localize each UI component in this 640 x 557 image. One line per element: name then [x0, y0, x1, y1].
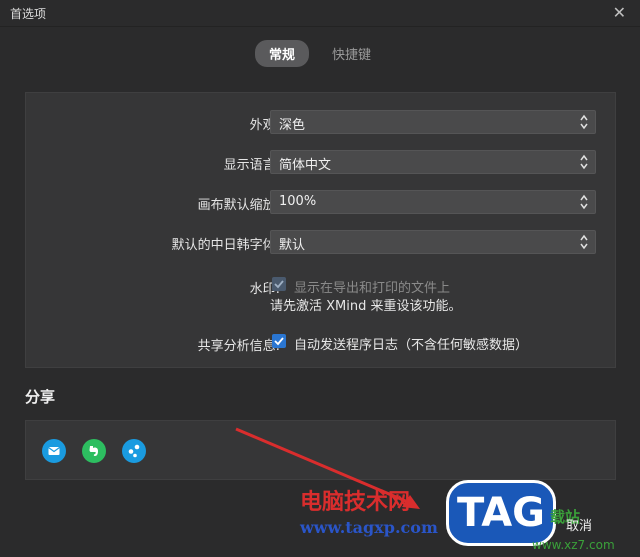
watermark-checkbox[interactable]: [272, 277, 286, 291]
analytics-label: 共享分析信息:: [197, 339, 280, 354]
share-section-title: 分享: [25, 388, 56, 406]
zoom-label: 画布默认缩放:: [197, 198, 280, 213]
title-bar: 首选项 ✕: [0, 0, 640, 27]
watermark-side-url: www.xz7.com: [532, 538, 615, 552]
appearance-select[interactable]: 深色: [270, 110, 596, 134]
mail-icon[interactable]: [42, 439, 66, 463]
updown-arrows-icon: [580, 194, 588, 210]
language-select[interactable]: 简体中文: [270, 150, 596, 174]
tab-bar: 常规 快捷键: [0, 40, 640, 67]
appearance-value: 深色: [279, 118, 306, 133]
updown-arrows-icon: [580, 234, 588, 250]
language-value: 简体中文: [279, 158, 332, 173]
updown-arrows-icon: [580, 114, 588, 130]
share-network-icon[interactable]: [122, 439, 146, 463]
analytics-checkbox-label: 自动发送程序日志（不含任何敏感数据）: [294, 338, 529, 353]
appearance-row: 外观: 深色: [26, 110, 615, 134]
cjk-font-row: 默认的中日韩字体: 默认: [26, 230, 615, 254]
analytics-checkbox[interactable]: [272, 334, 286, 348]
close-icon[interactable]: ✕: [613, 3, 626, 22]
zoom-value: 100%: [279, 194, 317, 209]
cjk-font-value: 默认: [279, 238, 306, 253]
tab-general[interactable]: 常规: [254, 40, 309, 67]
analytics-row: 共享分析信息: 自动发送程序日志（不含任何敏感数据）: [26, 331, 615, 355]
watermark-note: 请先激活 XMind 来重设该功能。: [270, 299, 462, 314]
watermark-site-name: 电脑技术网: [300, 489, 411, 515]
watermark-tag-logo: TAG: [446, 480, 556, 546]
zoom-select[interactable]: 100%: [270, 190, 596, 214]
watermark-checkbox-label: 显示在导出和打印的文件上: [294, 281, 451, 296]
general-settings-panel: 外观: 深色 显示语言: 简体中文 画布默认缩放: 100% 默认的中日韩字体:…: [25, 92, 616, 368]
cjk-font-label: 默认的中日韩字体:: [171, 238, 280, 253]
check-icon: [274, 280, 284, 289]
window-title: 首选项: [10, 7, 47, 21]
evernote-icon[interactable]: [82, 439, 106, 463]
check-icon: [274, 337, 284, 346]
cancel-button[interactable]: 取消: [552, 514, 606, 540]
watermark-site-url: www.tagxp.com: [300, 518, 438, 537]
zoom-row: 画布默认缩放: 100%: [26, 190, 615, 214]
tab-shortcuts[interactable]: 快捷键: [318, 40, 385, 67]
updown-arrows-icon: [580, 154, 588, 170]
cjk-font-select[interactable]: 默认: [270, 230, 596, 254]
language-row: 显示语言: 简体中文: [26, 150, 615, 174]
